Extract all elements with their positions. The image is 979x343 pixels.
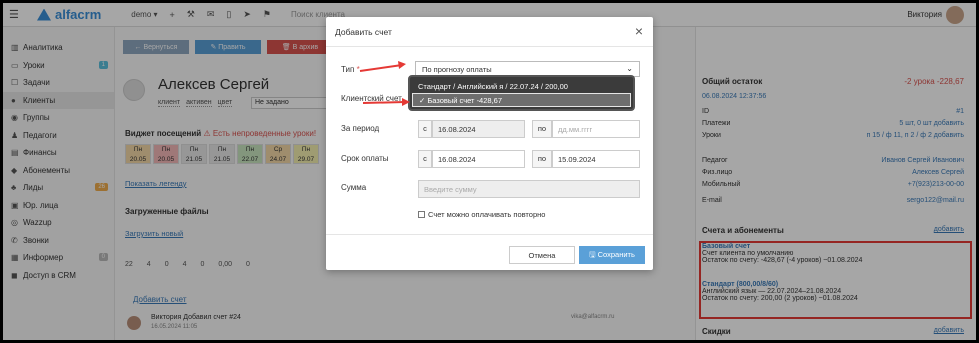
payment-from-prefix: с (418, 150, 432, 168)
dropdown-option-standard[interactable]: Стандарт / Английский я / 22.07.24 / 200… (412, 79, 631, 93)
payment-to-prefix: по (532, 150, 552, 168)
type-select-value: По прогнозу оплаты (422, 65, 492, 74)
dropdown-option-base[interactable]: ✓ Базовый счет -428,67 (412, 93, 631, 107)
type-label: Тип * (341, 65, 360, 74)
payment-to-input[interactable]: 15.09.2024 (552, 150, 640, 168)
period-to-input[interactable]: дд.мм.гггг (552, 120, 640, 138)
type-label-text: Тип (341, 65, 355, 74)
sum-label: Сумма (341, 183, 367, 192)
period-label: За период (341, 124, 380, 133)
close-icon[interactable]: × (635, 23, 643, 39)
period-to-prefix: по (532, 120, 552, 138)
cancel-button[interactable]: Отмена (509, 246, 575, 264)
sum-input[interactable]: Введите сумму (418, 180, 640, 198)
modal-title: Добавить счет (335, 27, 392, 37)
period-from-input[interactable]: 16.08.2024 (432, 120, 525, 138)
account-dropdown: Стандарт / Английский я / 22.07.24 / 200… (408, 75, 635, 111)
chevron-down-icon: ⌄ (626, 64, 633, 73)
repeat-checkbox[interactable]: Счет можно оплачивать повторно (418, 210, 545, 219)
repeat-checkbox-label: Счет можно оплачивать повторно (428, 210, 546, 219)
checkbox-box[interactable] (418, 211, 425, 218)
modal-divider (326, 46, 653, 47)
payment-from-input[interactable]: 16.08.2024 (432, 150, 525, 168)
app-frame: ☰ alfacrm demo ▾ + ⚒ ✉ ▯ ➤ ⚑ Поиск клиен… (3, 3, 976, 340)
save-button[interactable]: 🖫 Сохранить (579, 246, 645, 264)
add-bill-modal: Добавить счет × Тип * По прогнозу оплаты… (326, 17, 653, 270)
annotation-arrow-type (359, 61, 406, 72)
period-from-prefix: с (418, 120, 432, 138)
modal-footer-divider (326, 234, 653, 235)
payment-label: Срок оплаты (341, 154, 389, 163)
annotation-arrow-account (362, 98, 410, 106)
